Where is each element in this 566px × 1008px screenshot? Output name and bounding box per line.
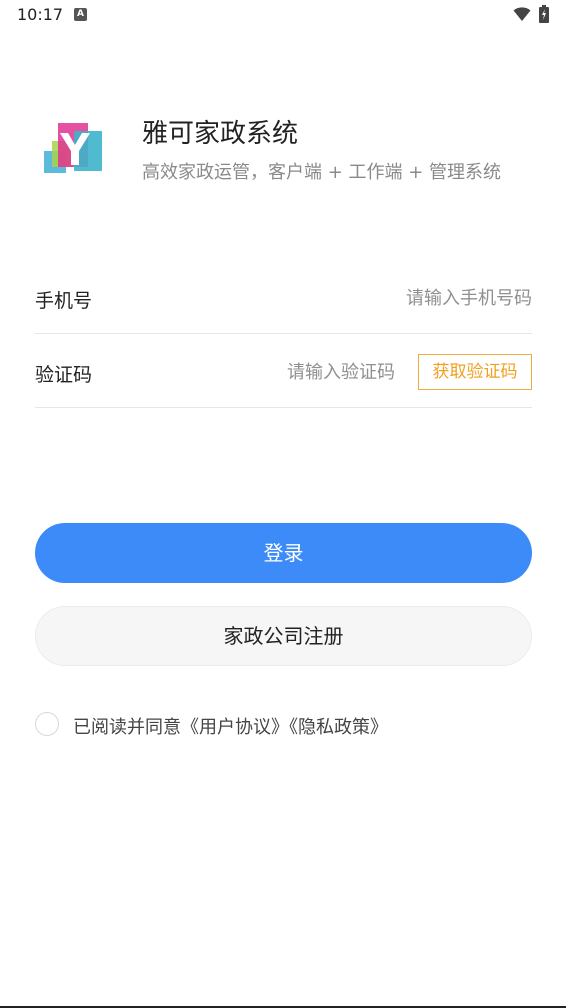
y-logo-icon [44,123,102,173]
app-subtitle: 高效家政运管，客户端 + 工作端 + 管理系统 [142,162,502,183]
agreement-prefix: 已阅读并同意 [73,717,181,738]
user-agreement-link[interactable]: 《用户协议》 [181,717,289,738]
status-bar: 10:17 A [0,0,566,30]
code-input[interactable] [195,358,395,386]
wifi-icon [513,7,531,21]
code-row: 验证码 获取验证码 [35,336,532,408]
battery-icon [539,5,549,23]
agreement-text: 已阅读并同意《用户协议》《隐私政策》 [73,713,388,739]
status-time: 10:17 [17,5,64,24]
login-button[interactable]: 登录 [35,523,532,583]
register-company-button[interactable]: 家政公司注册 [35,606,532,666]
get-code-button[interactable]: 获取验证码 [418,354,532,390]
code-label: 验证码 [35,364,93,386]
phone-row: 手机号 [35,262,532,334]
phone-input[interactable] [252,284,532,312]
app-title: 雅可家政系统 [142,119,299,149]
notification-icon: A [74,8,87,21]
privacy-policy-link[interactable]: 《隐私政策》 [289,717,388,738]
agreement-checkbox[interactable] [35,712,59,736]
phone-label: 手机号 [35,290,93,312]
